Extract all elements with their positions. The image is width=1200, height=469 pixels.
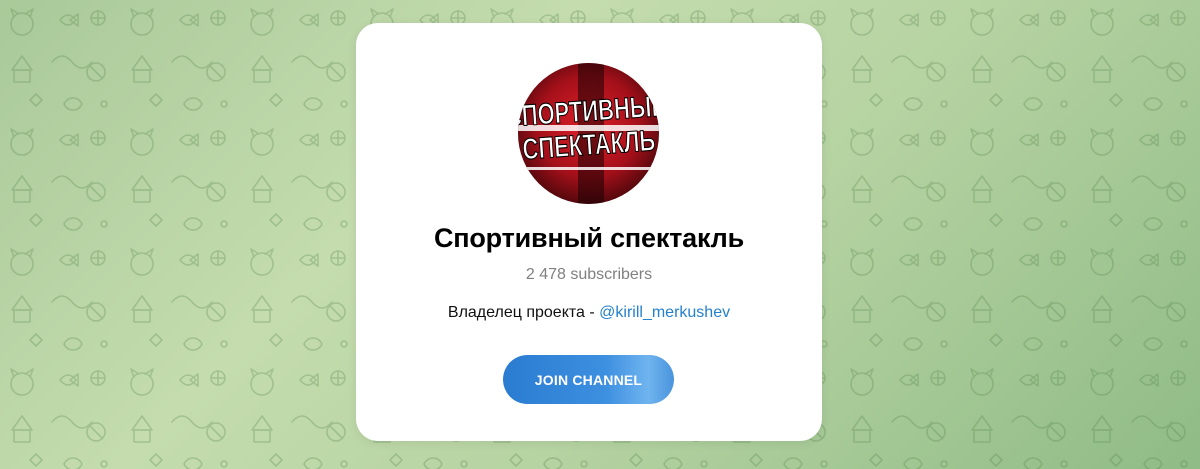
owner-mention-link[interactable]: @kirill_merkushev bbox=[599, 304, 730, 321]
channel-description: Владелец проекта - @kirill_merkushev bbox=[356, 304, 822, 322]
channel-avatar: СПОРТИВНЫЙ СПЕКТАКЛЬ bbox=[518, 63, 659, 204]
description-text: Владелец проекта - bbox=[447, 304, 600, 321]
subscriber-count: 2 478 subscribers bbox=[525, 266, 653, 283]
channel-card: СПОРТИВНЫЙ СПЕКТАКЛЬ Спортивный спектакл… bbox=[356, 23, 822, 441]
join-channel-button[interactable]: JOIN CHANNEL bbox=[503, 355, 674, 404]
join-channel-label: JOIN CHANNEL bbox=[534, 371, 643, 388]
channel-title: Спортивный спектакль bbox=[433, 223, 744, 253]
